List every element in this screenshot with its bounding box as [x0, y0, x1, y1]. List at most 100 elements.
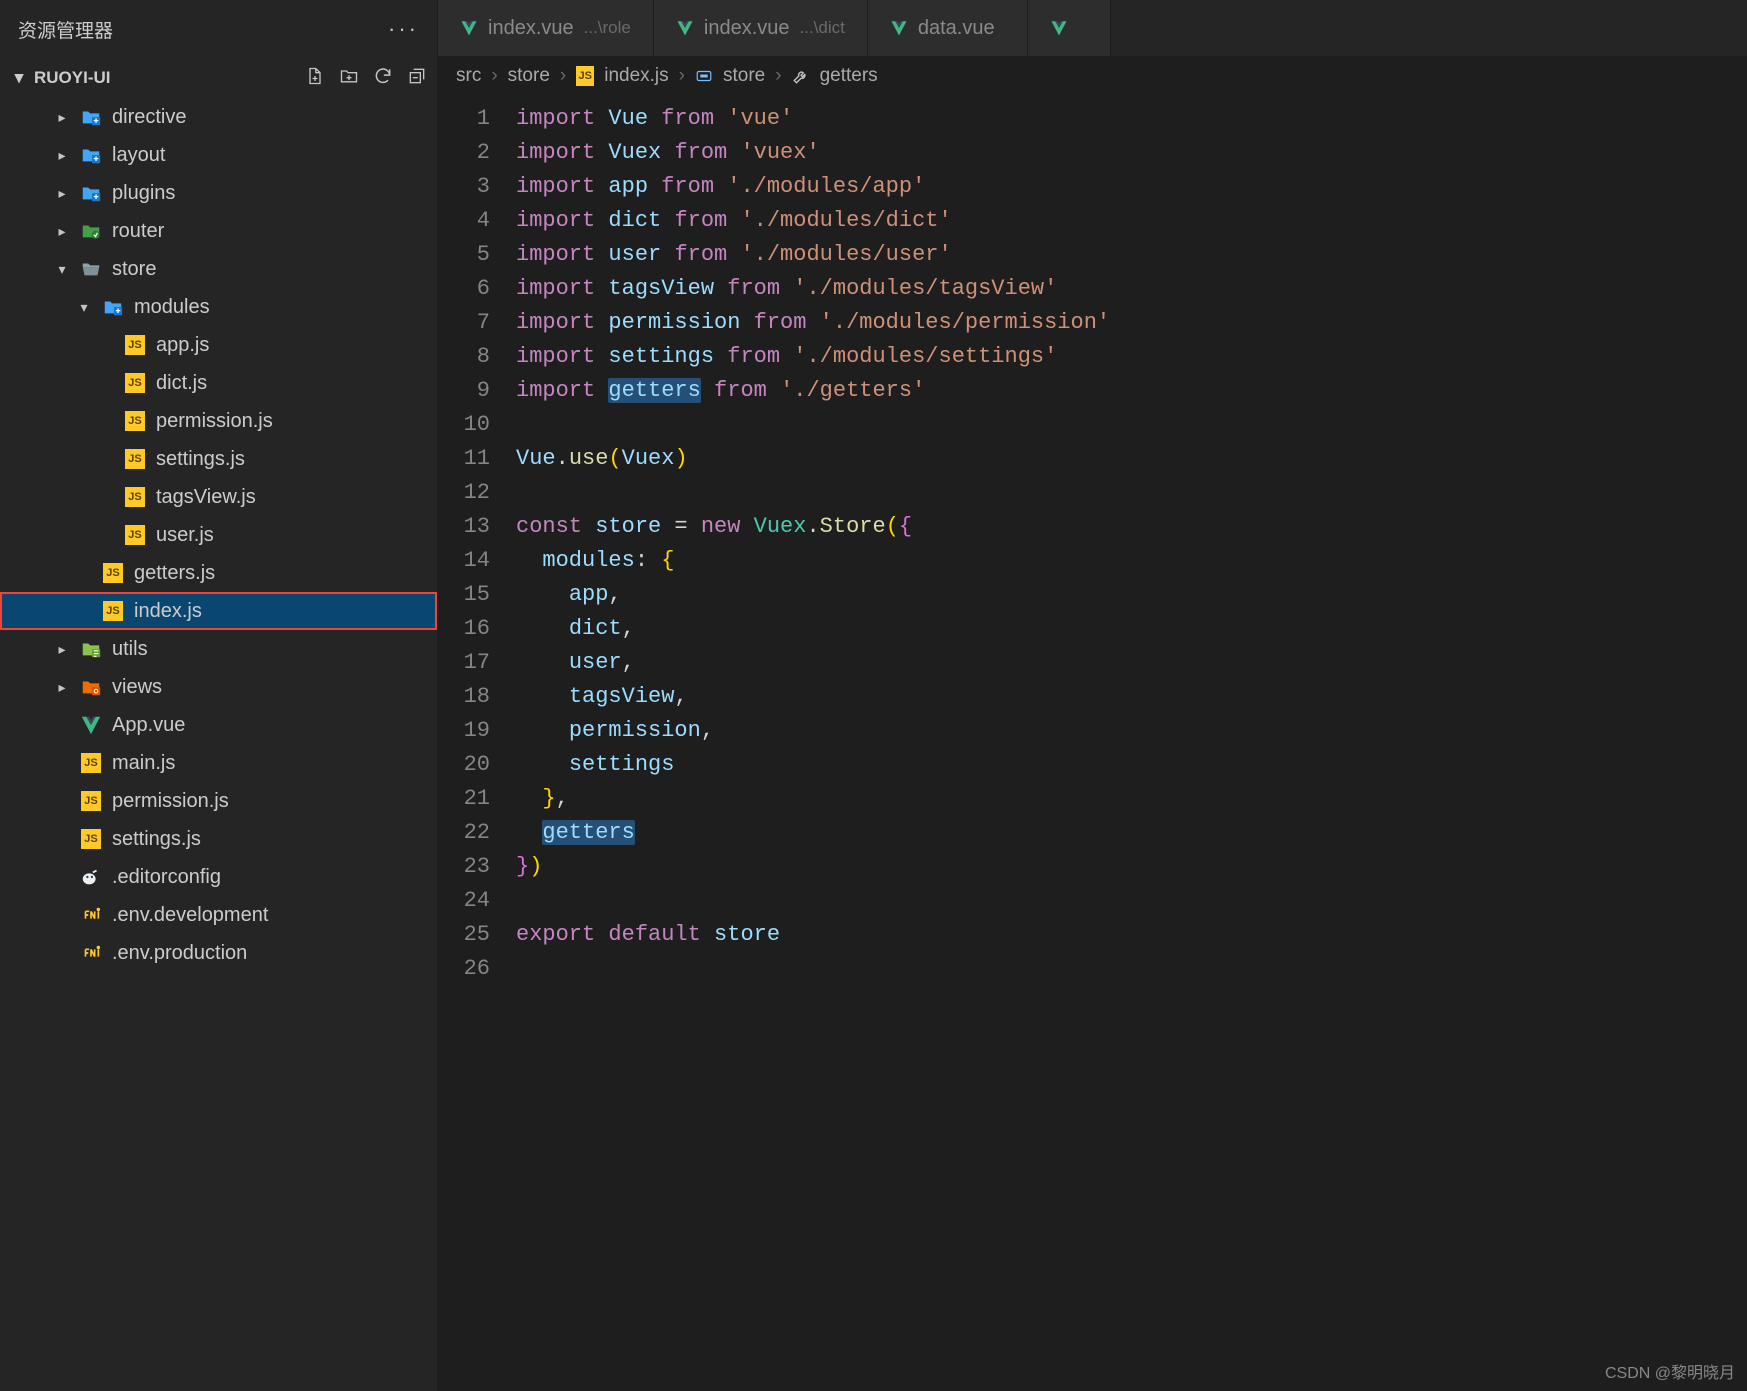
tree-item-label: permission.js: [156, 410, 427, 433]
folder-views-icon: [80, 676, 102, 698]
tree-item-utils[interactable]: ▸ utils: [0, 630, 437, 668]
tree-item--editorconfig[interactable]: .editorconfig: [0, 858, 437, 896]
tree-item-label: directive: [112, 106, 427, 129]
js-icon: JS: [80, 752, 102, 774]
js-icon: JS: [124, 448, 146, 470]
chevron-right-icon: ▸: [54, 185, 70, 202]
tree-item-label: plugins: [112, 182, 427, 205]
refresh-icon[interactable]: [373, 66, 393, 91]
tree-item-label: App.vue: [112, 714, 427, 737]
explorer-sidebar: 资源管理器 ··· ▾ RUOYI-UI ▸directive▸layout▸p…: [0, 0, 438, 1391]
folder-ext-icon: [80, 144, 102, 166]
watermark: CSDN @黎明晓月: [1605, 1359, 1735, 1383]
tree-item-store[interactable]: ▾ store: [0, 250, 437, 288]
editorconfig-icon: [80, 866, 102, 888]
vue-icon: [460, 19, 478, 37]
tree-item-label: user.js: [156, 524, 427, 547]
vue-icon: [890, 19, 908, 37]
new-folder-icon[interactable]: [339, 66, 359, 91]
tree-item-label: utils: [112, 638, 427, 661]
tree-item-label: router: [112, 220, 427, 243]
file-tree[interactable]: ▸directive▸layout▸plugins▸router▾store▾m…: [0, 98, 437, 1391]
folder-ext-icon: [80, 106, 102, 128]
tab-label: index.vue: [704, 17, 790, 40]
tab-label: index.vue: [488, 17, 574, 40]
tree-item-layout[interactable]: ▸layout: [0, 136, 437, 174]
editor-tab[interactable]: [1028, 0, 1111, 56]
js-icon: JS: [124, 372, 146, 394]
breadcrumb-separator-icon: ›: [679, 65, 685, 87]
js-icon: JS: [80, 828, 102, 850]
tree-item-label: views: [112, 676, 427, 699]
tree-item-index-js[interactable]: JS index.js: [0, 592, 437, 630]
js-icon: JS: [124, 410, 146, 432]
tree-item-label: getters.js: [134, 562, 427, 585]
tree-item-label: modules: [134, 296, 427, 319]
tree-item-views[interactable]: ▸views: [0, 668, 437, 706]
tree-item-label: tagsView.js: [156, 486, 427, 509]
tree-item-app-vue[interactable]: App.vue: [0, 706, 437, 744]
tree-item-label: index.js: [134, 600, 427, 623]
breadcrumb[interactable]: src›store›JSindex.js›store›getters: [438, 56, 1747, 96]
editor-tab[interactable]: index.vue...\role: [438, 0, 654, 56]
new-file-icon[interactable]: [305, 66, 325, 91]
explorer-more-icon[interactable]: ···: [388, 16, 419, 42]
js-icon: JS: [124, 524, 146, 546]
tree-item-label: dict.js: [156, 372, 427, 395]
tree-item-modules[interactable]: ▾modules: [0, 288, 437, 326]
tree-item-dict-js[interactable]: JS dict.js: [0, 364, 437, 402]
chevron-down-icon: ▾: [54, 261, 70, 278]
tree-item-settings-js[interactable]: JSsettings.js: [0, 820, 437, 858]
folder-ext-icon: [102, 296, 124, 318]
tree-item-label: layout: [112, 144, 427, 167]
tree-item-tagsview-js[interactable]: JS tagsView.js: [0, 478, 437, 516]
editor-tabs: index.vue...\roleindex.vue...\dict data.v…: [438, 0, 1747, 56]
collapse-all-icon[interactable]: [407, 66, 427, 91]
tree-item-main-js[interactable]: JS main.js: [0, 744, 437, 782]
tree-item--env-production[interactable]: .env.production: [0, 934, 437, 972]
editor-tab[interactable]: data.vue: [868, 0, 1028, 56]
project-section-header[interactable]: ▾ RUOYI-UI: [0, 58, 437, 98]
tree-item-label: main.js: [112, 752, 427, 775]
code-editor[interactable]: 1234567891011121314151617181920212223242…: [438, 96, 1747, 1391]
project-name: RUOYI-UI: [34, 68, 111, 88]
js-icon: JS: [102, 562, 124, 584]
env-icon: [80, 904, 102, 926]
breadcrumb-item[interactable]: getters: [820, 65, 878, 87]
js-icon: JS: [102, 600, 124, 622]
line-gutter: 1234567891011121314151617181920212223242…: [438, 96, 510, 1391]
folder-utils-icon: [80, 638, 102, 660]
js-icon: JS: [124, 486, 146, 508]
tree-item-user-js[interactable]: JS user.js: [0, 516, 437, 554]
code-content[interactable]: import Vue from 'vue'import Vuex from 'v…: [510, 96, 1747, 1391]
vue-icon: [1050, 19, 1068, 37]
tab-label: data.vue: [918, 17, 995, 40]
explorer-header: 资源管理器 ···: [0, 0, 437, 58]
tree-item-label: app.js: [156, 334, 427, 357]
tree-item-settings-js[interactable]: JSsettings.js: [0, 440, 437, 478]
tree-item-directive[interactable]: ▸directive: [0, 98, 437, 136]
breadcrumb-item[interactable]: src: [456, 65, 481, 87]
breadcrumb-item[interactable]: index.js: [604, 65, 668, 87]
explorer-title: 资源管理器: [18, 16, 113, 43]
tree-item-label: store: [112, 258, 427, 281]
tree-item--env-development[interactable]: .env.development: [0, 896, 437, 934]
tree-item-permission-js[interactable]: JSpermission.js: [0, 782, 437, 820]
chevron-right-icon: ▸: [54, 223, 70, 240]
tree-item-getters-js[interactable]: JS getters.js: [0, 554, 437, 592]
tree-item-plugins[interactable]: ▸ plugins: [0, 174, 437, 212]
tree-item-label: .env.production: [112, 942, 427, 965]
breadcrumb-separator-icon: ›: [560, 65, 566, 87]
chevron-right-icon: ▸: [54, 641, 70, 658]
breadcrumb-item[interactable]: store: [508, 65, 550, 87]
editor-tab[interactable]: index.vue...\dict: [654, 0, 868, 56]
breadcrumb-item[interactable]: store: [723, 65, 765, 87]
js-icon: JS: [576, 67, 594, 85]
env-icon: [80, 942, 102, 964]
vue-icon: [676, 19, 694, 37]
tree-item-app-js[interactable]: JSapp.js: [0, 326, 437, 364]
tree-item-router[interactable]: ▸ router: [0, 212, 437, 250]
tree-item-permission-js[interactable]: JS permission.js: [0, 402, 437, 440]
chevron-down-icon: ▾: [10, 68, 28, 88]
section-actions: [305, 66, 427, 91]
